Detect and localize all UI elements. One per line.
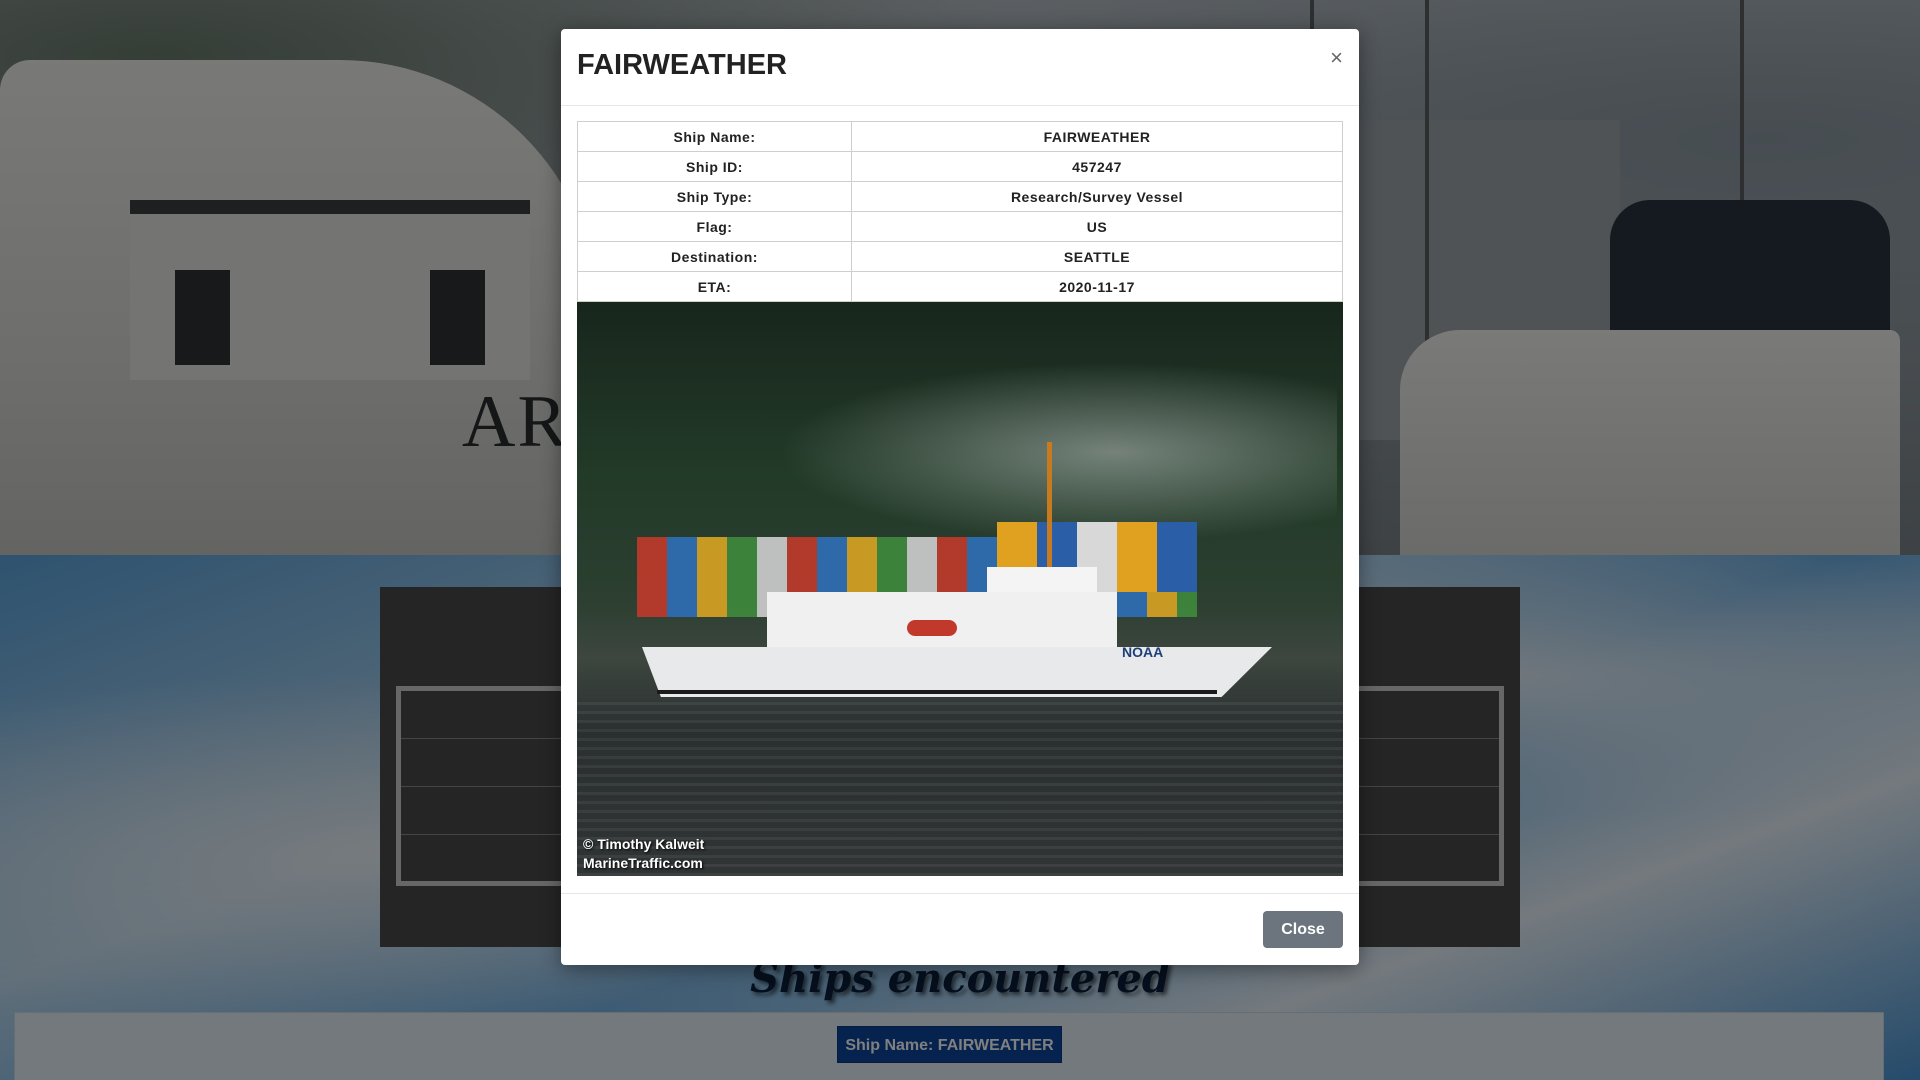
row-value: 2020-11-17 [851,271,1343,302]
row-label: Destination: [577,241,852,272]
row-label: Ship ID: [577,151,852,182]
table-row: Destination: SEATTLE [577,241,1343,272]
ship-photo: NOAA © Timothy Kalweit MarineTraffic.com [577,302,1343,876]
modal-title: FAIRWEATHER [577,49,787,81]
row-label: Ship Name: [577,121,852,152]
photo-credit: © Timothy Kalweit MarineTraffic.com [583,835,704,873]
modal-header: FAIRWEATHER × [561,29,1359,106]
row-label: ETA: [577,271,852,302]
ship-info-table: Ship Name: FAIRWEATHER Ship ID: 457247 S… [577,121,1343,302]
close-icon[interactable]: × [1330,47,1343,69]
ship-details-modal: FAIRWEATHER × Ship Name: FAIRWEATHER Shi… [561,29,1359,965]
modal-footer: Close [561,893,1359,965]
ship-hull-marking: NOAA [1122,644,1164,660]
table-row: Ship ID: 457247 [577,151,1343,182]
table-row: Flag: US [577,211,1343,242]
row-value: SEATTLE [851,241,1343,272]
photo-credit-author: © Timothy Kalweit [583,836,705,852]
row-label: Ship Type: [577,181,852,212]
row-value: 457247 [851,151,1343,182]
photo-credit-source: MarineTraffic.com [583,855,703,871]
table-row: Ship Type: Research/Survey Vessel [577,181,1343,212]
row-value: US [851,211,1343,242]
row-label: Flag: [577,211,852,242]
table-row: ETA: 2020-11-17 [577,271,1343,302]
table-row: Ship Name: FAIRWEATHER [577,121,1343,152]
close-button[interactable]: Close [1263,911,1343,948]
row-value: Research/Survey Vessel [851,181,1343,212]
row-value: FAIRWEATHER [851,121,1343,152]
modal-body: Ship Name: FAIRWEATHER Ship ID: 457247 S… [561,106,1359,892]
